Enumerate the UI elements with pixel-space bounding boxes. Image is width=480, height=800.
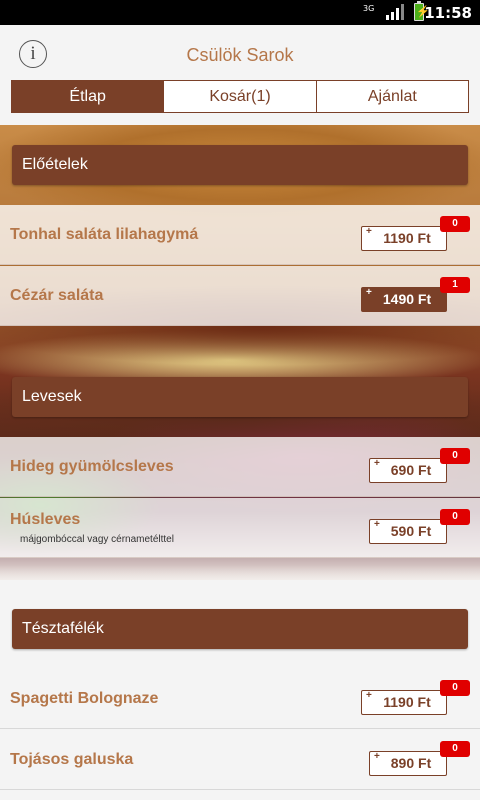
tab-bar: Étlap Kosár(1) Ajánlat: [11, 80, 469, 113]
item-name: Cézár saláta: [10, 287, 104, 304]
plus-icon: +: [366, 287, 372, 298]
app-header: i Csülök Sarok: [0, 25, 480, 75]
item-price: 690 Ft: [390, 462, 432, 478]
quantity-badge: 0: [440, 680, 470, 696]
item-name: Tonhal saláta lilahagymá: [10, 226, 199, 243]
add-to-cart-button[interactable]: + 1190 Ft: [361, 226, 447, 251]
item-price: 1190 Ft: [383, 230, 431, 246]
status-bar: 3G ⚡ 11:58: [0, 0, 480, 25]
quantity-badge: 0: [440, 741, 470, 757]
quantity-badge: 0: [440, 448, 470, 464]
tab-cart[interactable]: Kosár(1): [163, 81, 315, 112]
battery-icon: ⚡: [414, 1, 430, 21]
section-header-pasta[interactable]: Tésztafélék: [12, 609, 468, 649]
item-price: 590 Ft: [390, 523, 432, 539]
add-to-cart-button[interactable]: + 1490 Ft: [361, 287, 447, 312]
menu-item-row[interactable]: Húsleves májgombóccal vagy cérnametéltte…: [0, 498, 480, 558]
section-header-starters[interactable]: Előételek: [12, 145, 468, 185]
add-to-cart-button[interactable]: + 690 Ft: [369, 458, 447, 483]
item-price: 1190 Ft: [383, 694, 431, 710]
plus-icon: +: [366, 226, 372, 237]
background-fade: [0, 565, 480, 595]
tab-menu[interactable]: Étlap: [12, 81, 164, 112]
network-type-label: 3G: [363, 4, 375, 13]
plus-icon: +: [366, 690, 372, 701]
plus-icon: +: [374, 751, 380, 762]
menu-item-row[interactable]: Spagetti Bolognaze + 1190 Ft 0: [0, 669, 480, 729]
add-to-cart-button[interactable]: + 1190 Ft: [361, 690, 447, 715]
menu-item-row[interactable]: Cézár saláta + 1490 Ft 1: [0, 266, 480, 326]
item-name: Húsleves: [10, 511, 81, 528]
menu-item-row[interactable]: Hideg gyümölcsleves + 690 Ft 0: [0, 437, 480, 497]
item-name: Spagetti Bolognaze: [10, 690, 159, 707]
item-name: Hideg gyümölcsleves: [10, 458, 174, 475]
add-to-cart-button[interactable]: + 890 Ft: [369, 751, 447, 776]
item-name: Tojásos galuska: [10, 751, 134, 768]
menu-list[interactable]: Előételek Tonhal saláta lilahagymá + 119…: [0, 125, 480, 800]
item-price: 890 Ft: [390, 755, 432, 771]
clock: 11:58: [424, 4, 472, 22]
item-description: májgombóccal vagy cérnametélttel: [20, 534, 174, 545]
section-header-soups[interactable]: Levesek: [12, 377, 468, 417]
quantity-badge: 1: [440, 277, 470, 293]
plus-icon: +: [374, 458, 380, 469]
plus-icon: +: [374, 519, 380, 530]
tab-offers[interactable]: Ajánlat: [315, 81, 468, 112]
quantity-badge: 0: [440, 509, 470, 525]
item-price: 1490 Ft: [382, 291, 432, 307]
quantity-badge: 0: [440, 216, 470, 232]
menu-item-row[interactable]: Tojásos galuska + 890 Ft 0: [0, 730, 480, 790]
app-title: Csülök Sarok: [186, 45, 294, 65]
add-to-cart-button[interactable]: + 590 Ft: [369, 519, 447, 544]
menu-item-row[interactable]: Tonhal saláta lilahagymá + 1190 Ft 0: [0, 205, 480, 265]
signal-icon: [386, 4, 404, 20]
